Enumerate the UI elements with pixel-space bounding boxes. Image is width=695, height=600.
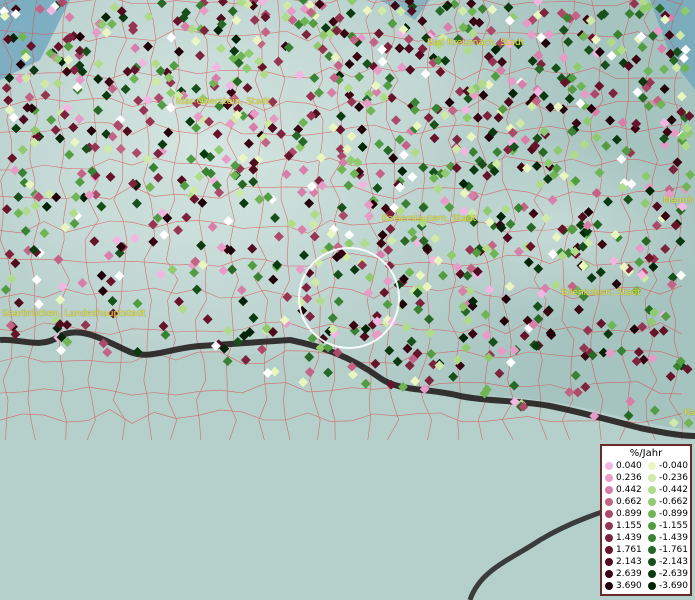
legend-value: 1.155 xyxy=(616,521,642,531)
legend: %/Jahr 0.040 0.236 0.442 0.662 0.899 1.155 1.4… xyxy=(600,444,692,596)
legend-swatch xyxy=(648,498,656,506)
legend-value: -2.143 xyxy=(659,557,689,567)
legend-swatch xyxy=(605,510,613,518)
legend-swatch xyxy=(648,558,656,566)
place-label-idar-oberstein: Idar-Oberstein, Stadt xyxy=(176,97,271,107)
legend-title: %/Jahr xyxy=(629,448,663,459)
legend-swatch xyxy=(605,570,613,578)
legend-swatch xyxy=(648,486,656,494)
legend-swatch xyxy=(605,534,613,542)
legend-swatch xyxy=(648,522,656,530)
legend-value: -0.442 xyxy=(659,485,689,495)
legend-value: 1.439 xyxy=(616,533,642,543)
legend-value: -3.690 xyxy=(659,581,689,591)
legend-swatch xyxy=(648,510,656,518)
legend-swatch xyxy=(605,582,613,590)
legend-swatch xyxy=(648,546,656,554)
legend-swatch xyxy=(648,462,656,470)
legend-value: -1.155 xyxy=(659,521,689,531)
legend-value: -0.662 xyxy=(659,497,689,507)
legend-value: 0.040 xyxy=(616,461,642,471)
legend-swatch xyxy=(648,534,656,542)
place-label-kaiserslautern: Kaiserslautern, Stadt xyxy=(382,214,477,224)
legend-value: -1.761 xyxy=(659,545,689,555)
place-label-saarbruecken: Saarbrücken, Landeshauptstadt xyxy=(2,309,146,319)
place-label-edenkoben: Edenkoben, Stadt xyxy=(561,288,641,298)
legend-value: 0.236 xyxy=(616,473,642,483)
legend-value: 0.899 xyxy=(616,509,642,519)
legend-swatch xyxy=(605,498,613,506)
legend-value: -2.639 xyxy=(659,569,689,579)
legend-swatch xyxy=(605,486,613,494)
legend-value: 1.761 xyxy=(616,545,642,555)
legend-swatch xyxy=(605,462,613,470)
legend-swatch xyxy=(648,474,656,482)
legend-value: 3.690 xyxy=(616,581,642,591)
legend-swatch xyxy=(648,582,656,590)
legend-swatch xyxy=(605,474,613,482)
legend-swatch xyxy=(605,558,613,566)
legend-swatch xyxy=(605,522,613,530)
legend-value: -1.439 xyxy=(659,533,689,543)
legend-swatch xyxy=(648,570,656,578)
legend-swatch xyxy=(605,546,613,554)
place-label-bad-kreuznach: Bad Kreuznach, Stadt xyxy=(427,38,525,48)
legend-value: 2.143 xyxy=(616,557,642,567)
legend-value: -0.899 xyxy=(659,509,689,519)
place-label-mannheim: Mannh xyxy=(663,196,694,206)
legend-value: 2.639 xyxy=(616,569,642,579)
legend-value: -0.040 xyxy=(659,461,689,471)
legend-value: -0.236 xyxy=(659,473,689,483)
map-canvas[interactable] xyxy=(0,0,695,600)
place-label-karlsruhe: Ka xyxy=(684,408,695,418)
legend-value: 0.442 xyxy=(616,485,642,495)
legend-value: 0.662 xyxy=(616,497,642,507)
